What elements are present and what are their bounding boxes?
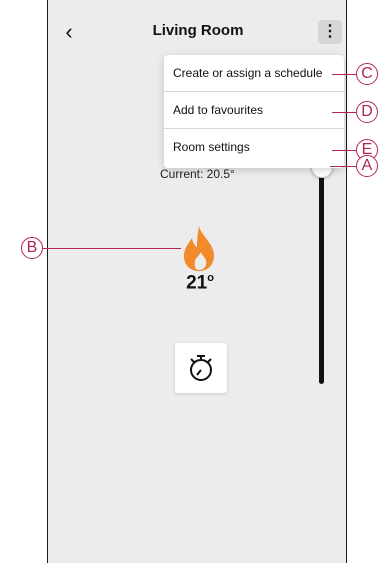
back-chevron-icon[interactable]: ‹ — [59, 20, 79, 44]
slider-track-lower — [319, 168, 324, 384]
current-temperature-label: Current: 20.5° — [160, 167, 235, 181]
callout-b: B — [21, 237, 43, 259]
callout-d: D — [356, 101, 378, 123]
page-title: Living Room — [152, 22, 244, 39]
callout-c: C — [356, 63, 378, 85]
callout-line-d — [332, 112, 356, 113]
callout-line-e — [332, 150, 356, 151]
setpoint-value: 21 — [186, 272, 208, 294]
options-menu: Create or assign a schedule Add to favou… — [164, 55, 344, 168]
flame-icon — [184, 226, 215, 271]
callout-line-a — [330, 166, 356, 167]
menu-item-schedule[interactable]: Create or assign a schedule — [164, 55, 344, 92]
menu-item-favourites[interactable]: Add to favourites — [164, 92, 344, 129]
callout-line-b — [43, 248, 181, 249]
menu-item-room-settings[interactable]: Room settings — [164, 129, 344, 166]
setpoint-degree: o — [207, 272, 214, 284]
timer-button[interactable] — [175, 343, 227, 393]
setpoint-temperature: 21o — [170, 272, 230, 294]
more-menu-button[interactable]: ⋮ — [318, 20, 342, 44]
stopwatch-icon — [190, 355, 212, 381]
callout-line-c — [332, 74, 356, 75]
callout-a: A — [356, 155, 378, 177]
